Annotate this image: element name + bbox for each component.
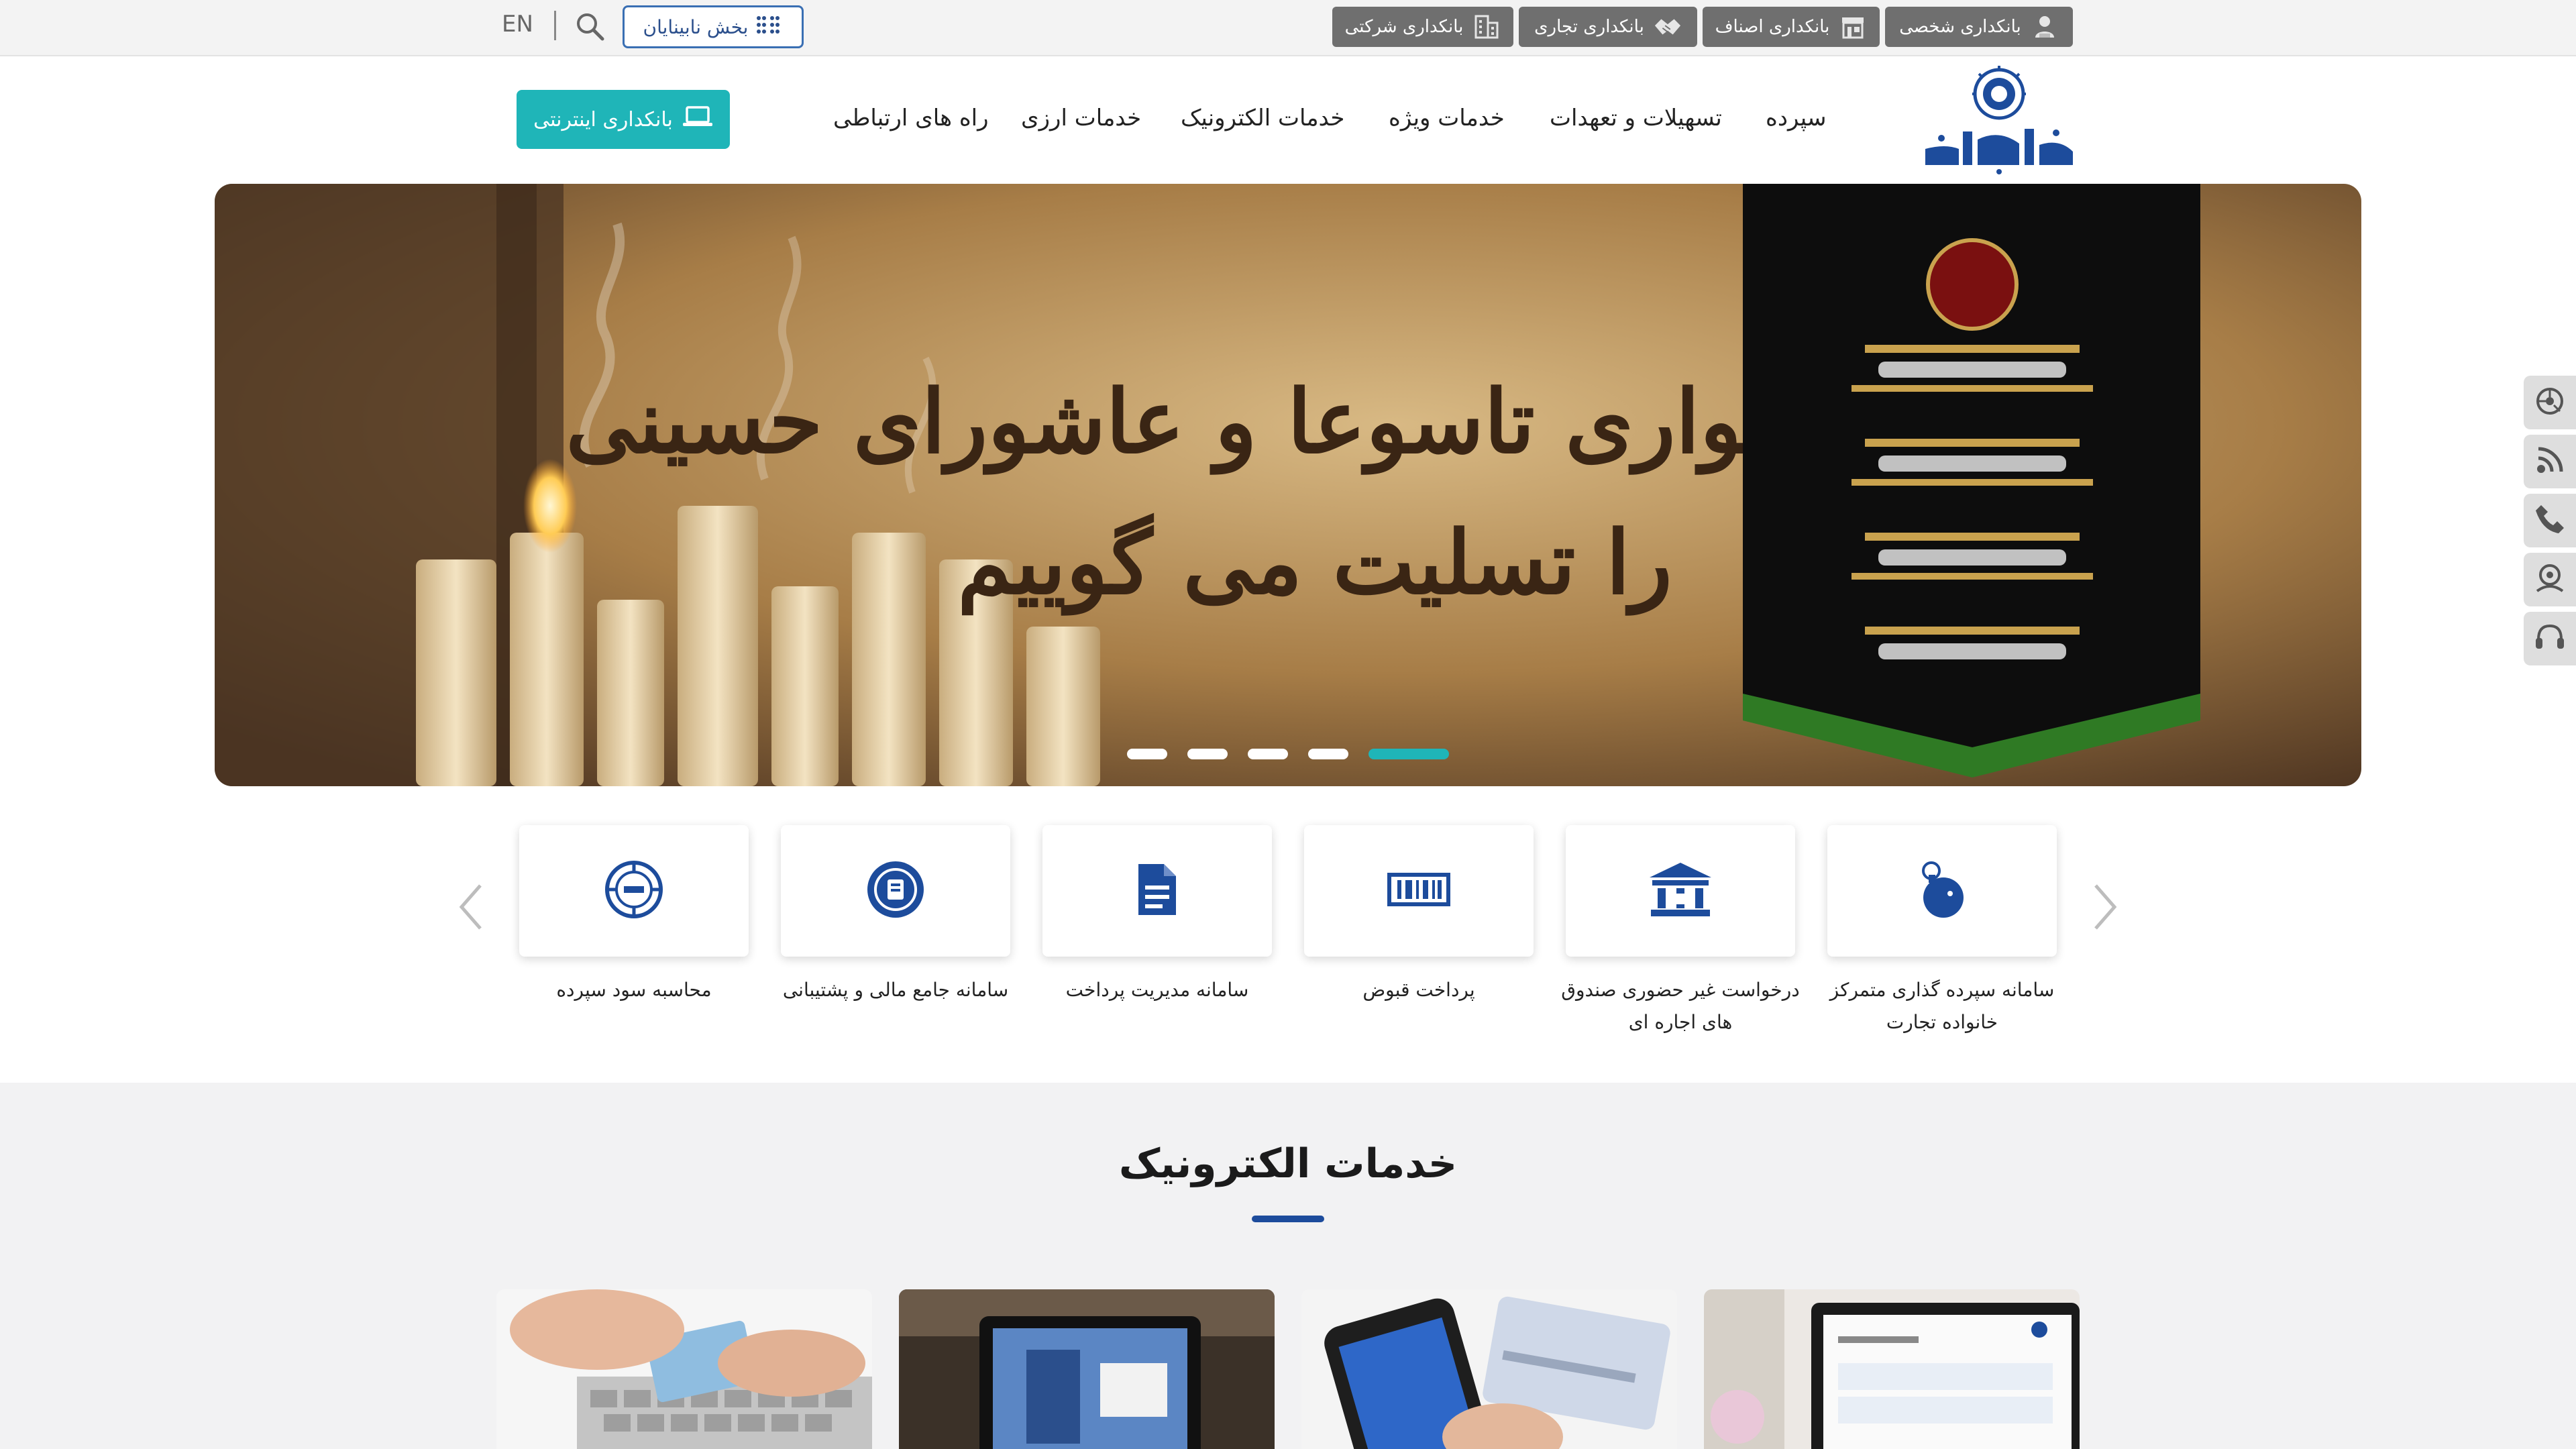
carousel-prev-arrow[interactable] — [458, 883, 484, 931]
nav-electronic-services[interactable]: خدمات الکترونیک — [1181, 105, 1344, 131]
nav-special-services[interactable]: خدمات ویژه — [1389, 105, 1505, 131]
quick-service-label[interactable]: درخواست غیر حضوری صندوق های اجاره ای — [1553, 974, 1808, 1038]
finance-support-icon — [865, 859, 926, 922]
service-card-mobile-card[interactable] — [1301, 1289, 1677, 1449]
braille-icon — [756, 15, 783, 40]
quick-service-label[interactable]: سامانه مدیریت پرداخت — [1030, 974, 1285, 1006]
slider-dot[interactable] — [1127, 749, 1167, 759]
service-card-tablet-bank[interactable] — [899, 1289, 1275, 1449]
banner-artwork: ایام سوگواری تاسوعا و عاشورای حسینی را ت… — [215, 184, 2361, 786]
carousel-next-arrow[interactable] — [2092, 883, 2118, 931]
laptop-icon — [682, 105, 713, 133]
quick-service-card[interactable] — [1304, 825, 1534, 957]
slider-dot[interactable] — [1308, 749, 1348, 759]
main-header: سپرده تسهیلات و تعهدات خدمات ویژه خدمات … — [0, 58, 2576, 178]
slider-dot[interactable] — [1187, 749, 1228, 759]
quick-service-card[interactable] — [781, 825, 1010, 957]
quick-service-label[interactable]: محاسبه سود سپرده — [506, 974, 761, 1006]
rail-location-button[interactable] — [2524, 553, 2576, 606]
calculator-dial-icon — [604, 859, 664, 922]
quick-service-card[interactable] — [1042, 825, 1272, 957]
segment-personal-banking[interactable]: بانکداری شخصی — [1885, 7, 2073, 47]
piggy-bank-icon — [1915, 857, 1969, 924]
hero-banner-slider[interactable]: ایام سوگواری تاسوعا و عاشورای حسینی را ت… — [215, 184, 2361, 786]
phone-icon — [2533, 502, 2567, 539]
rail-network-button[interactable] — [2524, 376, 2576, 429]
handshake-icon — [1654, 13, 1682, 41]
bank-building-icon — [1648, 861, 1713, 920]
blind-section-button[interactable]: بخش نابینایان — [623, 5, 804, 48]
store-icon — [1839, 13, 1867, 41]
quick-service-card[interactable] — [519, 825, 749, 957]
building-icon — [1472, 13, 1501, 41]
network-icon — [2533, 384, 2567, 421]
person-icon — [2031, 13, 2059, 41]
segment-corporate-banking[interactable]: بانکداری شرکتی — [1332, 7, 1513, 47]
quick-service-card[interactable] — [1827, 825, 2057, 957]
rss-icon — [2533, 443, 2567, 480]
section-title: خدمات الکترونیک — [1118, 1140, 1458, 1187]
bank-tejarat-logo[interactable] — [1919, 64, 2080, 174]
segment-label: بانکداری تجاری — [1534, 17, 1644, 37]
section-title-underline — [1252, 1216, 1324, 1222]
slider-dots — [215, 749, 2361, 759]
slider-dot-active[interactable] — [1368, 749, 1449, 759]
headset-icon — [2533, 621, 2567, 657]
segment-label: بانکداری شرکتی — [1344, 17, 1464, 37]
nav-contact[interactable]: راه های ارتباطی — [833, 105, 989, 131]
segment-commercial-banking[interactable]: بانکداری تجاری — [1519, 7, 1697, 47]
document-icon — [1136, 861, 1179, 920]
segment-guild-banking[interactable]: بانکداری اصناف — [1703, 7, 1880, 47]
map-pin-icon — [2533, 561, 2567, 598]
top-utility-bar: بانکداری شخصی بانکداری اصناف بانکداری تج… — [0, 0, 2576, 56]
search-icon[interactable] — [574, 11, 605, 42]
quick-service-label[interactable]: سامانه سپرده گذاری متمرکز خانواده تجارت — [1815, 974, 2070, 1038]
quick-service-label[interactable]: سامانه جامع مالی و پشتیبانی — [768, 974, 1023, 1006]
language-switch-link[interactable]: EN — [502, 11, 533, 38]
electronic-services-section: خدمات الکترونیک — [0, 1083, 2576, 1449]
nav-deposit[interactable]: سپرده — [1766, 105, 1826, 131]
slider-dot[interactable] — [1248, 749, 1288, 759]
nav-facilities[interactable]: تسهیلات و تعهدات — [1550, 105, 1722, 131]
segment-label: بانکداری اصناف — [1715, 17, 1830, 37]
rail-support-button[interactable] — [2524, 612, 2576, 665]
topbar-divider — [554, 11, 556, 40]
internet-banking-button[interactable]: بانکداری اینترنتی — [517, 90, 730, 149]
internet-banking-label: بانکداری اینترنتی — [533, 107, 673, 131]
blind-section-label: بخش نابینایان — [643, 15, 749, 38]
segment-label: بانکداری شخصی — [1899, 17, 2021, 37]
nav-currency-services[interactable]: خدمات ارزی — [1021, 105, 1141, 131]
banner-headline-line2: را تسلیت می گوییم — [957, 511, 1672, 616]
service-card-keyboard-card[interactable] — [496, 1289, 872, 1449]
rail-rss-button[interactable] — [2524, 435, 2576, 488]
bill-barcode-icon — [1387, 869, 1451, 912]
quick-service-label[interactable]: پرداخت قبوض — [1291, 974, 1546, 1006]
quick-service-card[interactable] — [1566, 825, 1795, 957]
service-card-laptop-website[interactable] — [1704, 1289, 2080, 1449]
rail-phone-button[interactable] — [2524, 494, 2576, 547]
